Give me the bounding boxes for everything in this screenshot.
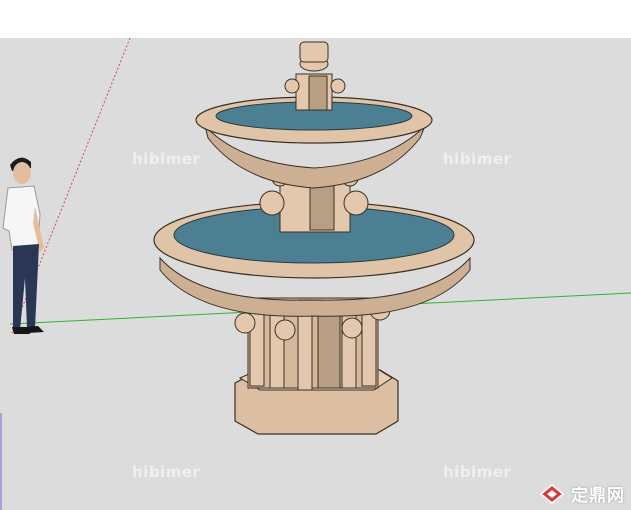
fountain-model[interactable] <box>153 41 475 435</box>
scene-canvas[interactable] <box>0 38 631 510</box>
lower-column-detail <box>317 305 341 389</box>
watermark: hibimer <box>132 150 201 168</box>
watermark: hibimer <box>132 463 201 481</box>
model-viewport[interactable]: hibimer hibimer hibimer hibimer 定鼎网 <box>0 38 631 510</box>
watermark: hibimer <box>443 150 512 168</box>
brand-logo-text: 定鼎网 <box>571 486 625 506</box>
top-margin <box>0 0 631 38</box>
brand-logo: 定鼎网 <box>539 481 625 506</box>
watermark: hibimer <box>443 463 512 481</box>
person-shoes <box>12 326 44 334</box>
sketchup-window: hibimer hibimer hibimer hibimer 定鼎网 <box>0 0 631 510</box>
person-legs <box>13 244 39 330</box>
person-figure[interactable] <box>2 157 44 334</box>
person-head <box>13 162 31 184</box>
top-column-detail <box>308 75 328 111</box>
diamond-logo-icon <box>539 483 565 504</box>
